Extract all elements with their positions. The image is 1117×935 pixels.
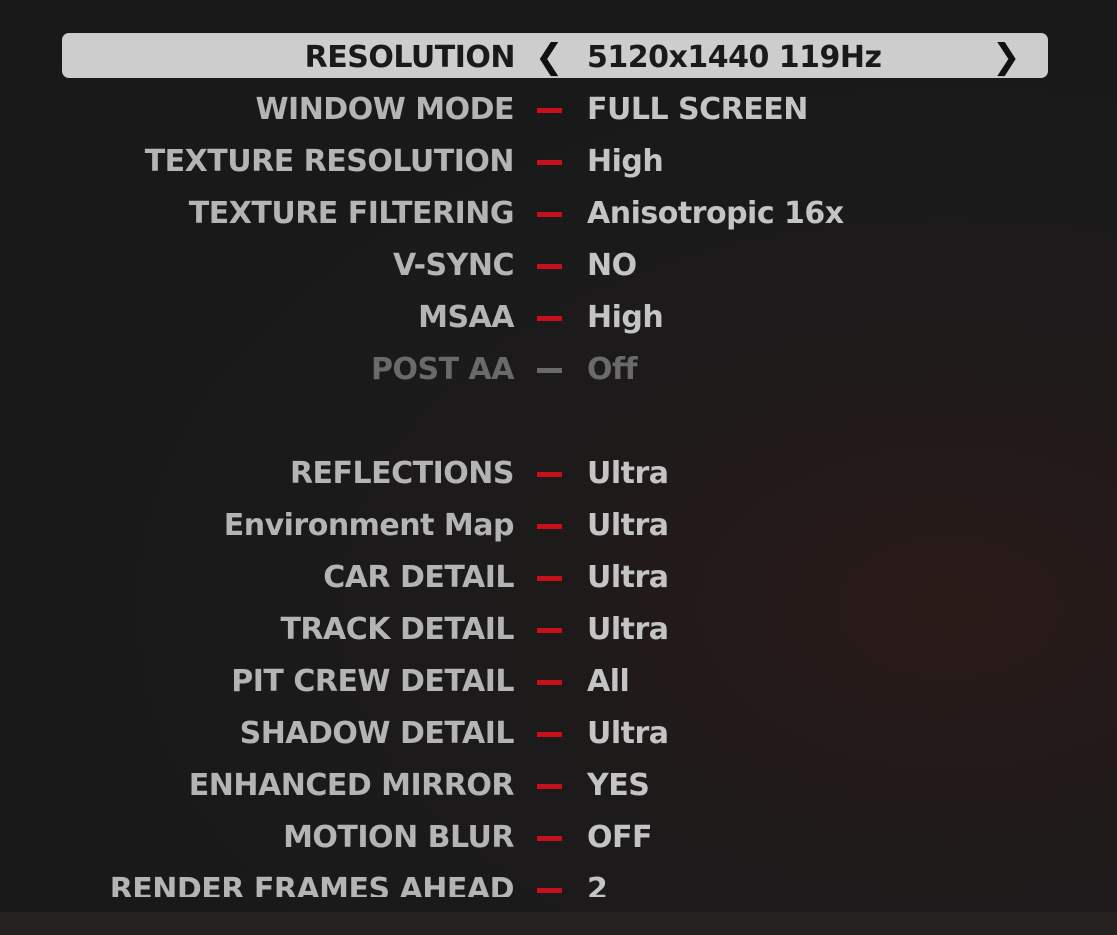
dash-icon [537,576,562,581]
setting-value: All [587,664,630,699]
setting-label: WINDOW MODE [255,92,514,127]
setting-row-resolution[interactable]: RESOLUTION ❮ 5120x1440 119Hz ❯ [62,33,1048,78]
setting-label: Environment Map [223,508,515,543]
setting-row[interactable]: Environment Map Ultra [0,500,1117,552]
setting-value: Ultra [587,716,669,751]
setting-value: 2 [587,872,608,897]
setting-row[interactable]: ENHANCED MIRROR YES [0,760,1117,812]
setting-row[interactable]: TEXTURE RESOLUTION High [0,136,1117,188]
setting-row[interactable]: WINDOW MODE FULL SCREEN [0,84,1117,136]
dash-icon [537,784,562,789]
setting-row[interactable]: TEXTURE FILTERING Anisotropic 16x [0,188,1117,240]
setting-label: V-SYNC [393,248,514,283]
setting-label: REFLECTIONS [289,456,515,491]
setting-label: RESOLUTION [304,40,516,75]
bottom-bar [0,912,1117,935]
setting-row[interactable]: SHADOW DETAIL Ultra [0,708,1117,760]
setting-value: High [587,144,664,179]
setting-label: SHADOW DETAIL [239,716,515,751]
dash-icon [537,524,562,529]
setting-label: RENDER FRAMES AHEAD [109,872,515,897]
setting-label: TEXTURE RESOLUTION [144,144,515,179]
dash-icon [537,160,562,165]
dash-icon [537,888,562,893]
setting-label: TEXTURE FILTERING [188,196,515,231]
chevron-left-icon[interactable]: ❮ [535,35,564,80]
dash-icon [537,628,562,633]
setting-value: Ultra [587,508,669,543]
dash-icon [537,472,562,477]
setting-value: FULL SCREEN [587,92,808,127]
setting-label: CAR DETAIL [323,560,514,595]
setting-label: PIT CREW DETAIL [231,664,514,699]
setting-value: YES [587,768,650,803]
setting-row[interactable]: PIT CREW DETAIL All [0,656,1117,708]
setting-row[interactable]: REFLECTIONS Ultra [0,448,1117,500]
dash-icon [537,316,562,321]
dash-icon [537,368,562,373]
setting-row[interactable]: TRACK DETAIL Ultra [0,604,1117,656]
chevron-right-icon[interactable]: ❯ [992,35,1021,80]
setting-label: ENHANCED MIRROR [188,768,515,803]
setting-value: Ultra [587,612,669,647]
setting-row[interactable]: MOTION BLUR OFF [0,812,1117,864]
dash-icon [537,732,562,737]
setting-value: Off [587,352,638,387]
setting-row[interactable]: CAR DETAIL Ultra [0,552,1117,604]
setting-label: MSAA [418,300,514,335]
setting-label: POST AA [371,352,514,387]
setting-value: Anisotropic 16x [587,196,844,231]
setting-value: NO [587,248,637,283]
setting-value: Ultra [587,456,669,491]
dash-icon [537,212,562,217]
setting-value: High [587,300,664,335]
setting-row[interactable]: V-SYNC NO [0,240,1117,292]
setting-label: TRACK DETAIL [280,612,514,647]
setting-value: 5120x1440 119Hz [587,40,882,75]
setting-value: OFF [587,820,653,855]
dash-icon [537,108,562,113]
setting-label: MOTION BLUR [283,820,514,855]
setting-value: Ultra [587,560,669,595]
settings-list[interactable]: RESOLUTION ❮ 5120x1440 119Hz ❯ WINDOW MO… [0,0,1117,897]
dash-icon [537,680,562,685]
setting-row[interactable]: MSAA High [0,292,1117,344]
setting-row: POST AA Off [0,344,1117,396]
setting-row[interactable]: RENDER FRAMES AHEAD 2 [0,864,1117,897]
dash-icon [537,264,562,269]
dash-icon [537,836,562,841]
